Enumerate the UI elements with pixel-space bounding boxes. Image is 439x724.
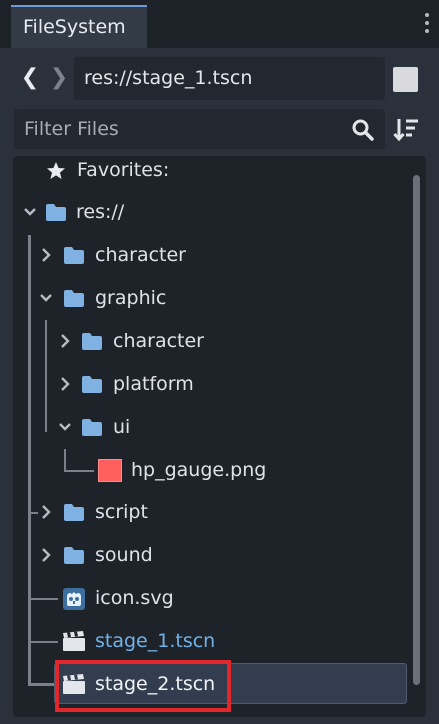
chevron-right-icon[interactable] [57, 375, 73, 393]
tree-guide-line [28, 641, 58, 643]
folder-icon [82, 333, 102, 350]
tree-item-graphic-character[interactable]: character [54, 321, 408, 361]
chevron-down-icon[interactable] [38, 289, 54, 307]
tree-guide-line [28, 683, 56, 686]
tree-item-icon-svg[interactable]: icon.svg [60, 578, 408, 618]
chevron-right-icon[interactable] [38, 546, 54, 564]
chevron-down-icon[interactable] [57, 418, 73, 436]
tree-item-label: ui [113, 416, 131, 438]
tree-item-label: stage_1.tscn [95, 630, 216, 652]
folder-icon [82, 376, 102, 393]
scene-file-icon [63, 631, 85, 651]
chevron-right-icon[interactable] [57, 332, 73, 350]
filter-files-input[interactable]: Filter Files [14, 109, 385, 149]
tree-guide-line [28, 598, 58, 600]
folder-icon [64, 247, 84, 264]
folder-icon [82, 419, 102, 436]
back-button[interactable]: ❮ [19, 62, 41, 94]
tree-item-ui[interactable]: ui [54, 407, 408, 447]
tree-item-sound[interactable]: sound [36, 535, 408, 575]
godot-icon [63, 588, 85, 610]
tree-item-label: platform [113, 373, 194, 395]
dock-tab-bar: FileSystem [0, 0, 439, 48]
favorites-label: Favorites: [77, 159, 170, 181]
chevron-right-icon[interactable] [38, 246, 54, 264]
tree-guide-line [64, 449, 66, 471]
tree-item-stage-1[interactable]: stage_1.tscn [60, 621, 408, 661]
tab-filesystem[interactable]: FileSystem [11, 5, 147, 48]
forward-button[interactable]: ❯ [48, 62, 70, 94]
tree-item-label: graphic [95, 287, 167, 309]
folder-icon [64, 547, 84, 564]
tree-item-label: character [95, 244, 186, 266]
folder-icon [46, 204, 66, 221]
tree-item-platform[interactable]: platform [54, 364, 408, 404]
folder-icon [64, 504, 84, 521]
tree-guide-line [28, 235, 31, 685]
tree-item-label: icon.svg [95, 587, 174, 609]
tree-guide-line [45, 320, 47, 432]
image-file-icon [98, 459, 122, 482]
tree-item-res-root[interactable]: res:// [18, 192, 408, 232]
tree-item-label: sound [95, 544, 153, 566]
search-icon [352, 119, 374, 141]
tree-item-script[interactable]: script [36, 492, 408, 532]
split-mode-button[interactable] [393, 67, 418, 92]
tree-item-label: hp_gauge.png [131, 459, 267, 481]
dock-menu-icon[interactable] [423, 13, 431, 37]
tree-guide-line [64, 470, 94, 472]
folder-icon [64, 290, 84, 307]
tree-item-character[interactable]: character [36, 235, 408, 275]
chevron-right-icon[interactable] [38, 503, 54, 521]
highlight-box [55, 660, 231, 712]
tree-item-graphic[interactable]: graphic [36, 278, 408, 318]
tree-item-hp-gauge[interactable]: hp_gauge.png [96, 450, 408, 490]
sort-icon[interactable] [393, 116, 419, 142]
tree-item-label: character [113, 330, 204, 352]
tree-scrollbar[interactable] [413, 175, 420, 685]
tree-item-label: script [95, 501, 148, 523]
star-icon [47, 162, 65, 179]
tree-item-label: res:// [76, 201, 125, 223]
chevron-down-icon[interactable] [22, 203, 38, 221]
path-input[interactable]: res://stage_1.tscn [74, 57, 385, 100]
